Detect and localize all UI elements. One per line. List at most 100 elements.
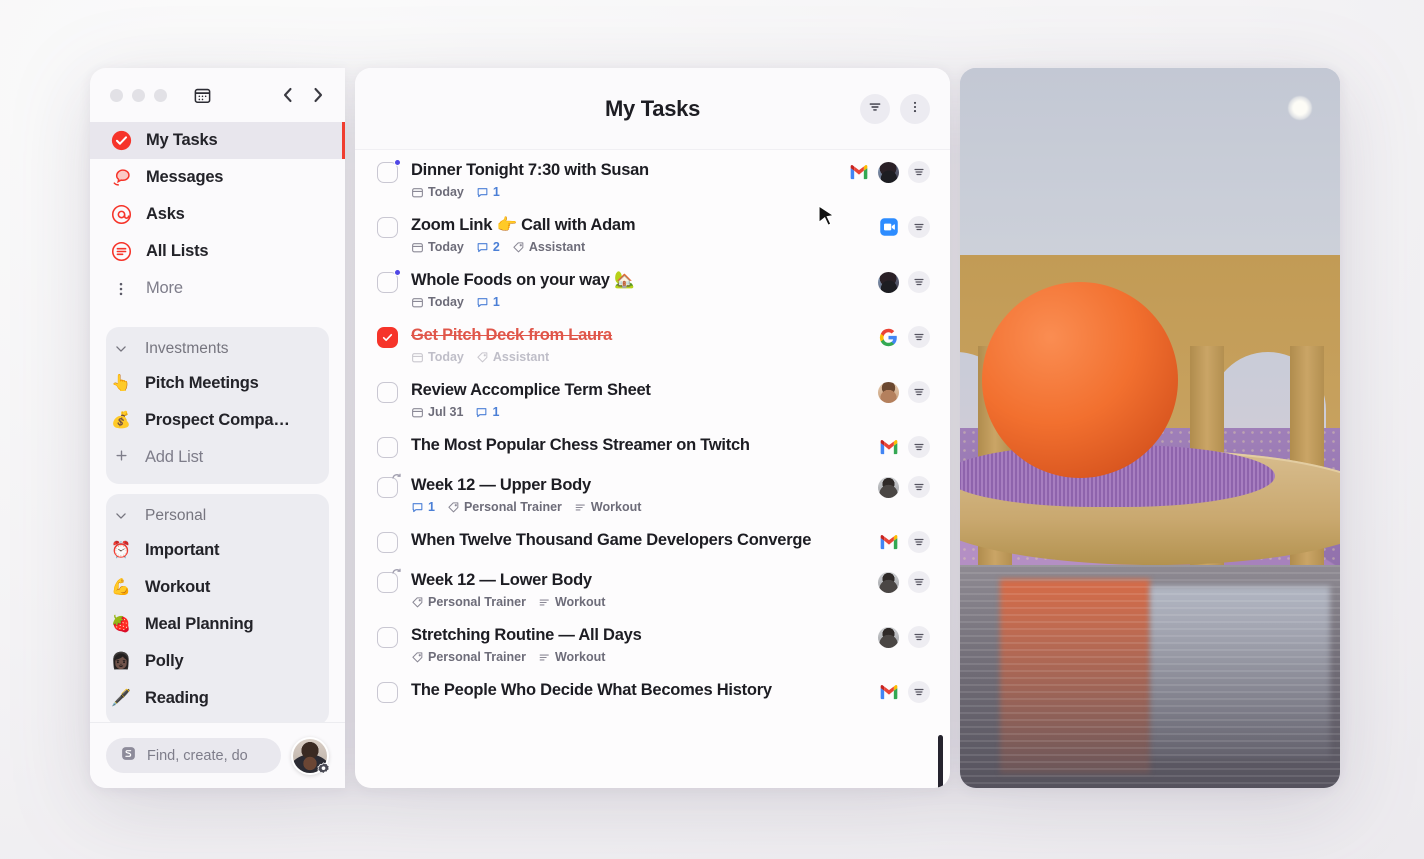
- search-input[interactable]: Find, create, do: [106, 738, 281, 773]
- task-list-pane: My Tasks Dinner Tonight 7:30 with Susan T…: [355, 68, 950, 788]
- chat-bubbles-icon: [110, 167, 132, 189]
- pointing-up-emoji-icon: 👆: [111, 374, 131, 392]
- task-list-button[interactable]: [908, 216, 930, 238]
- task-list-button[interactable]: [908, 681, 930, 703]
- assignee-avatar[interactable]: [878, 271, 899, 293]
- task-checkbox[interactable]: [377, 473, 401, 498]
- task-checkbox[interactable]: [377, 382, 398, 403]
- task-checkbox[interactable]: [377, 568, 401, 593]
- vertical-scrollbar[interactable]: [938, 735, 943, 788]
- orange-sphere: [982, 282, 1178, 479]
- assignee-avatar[interactable]: [878, 571, 899, 593]
- sidebar-item-my-tasks[interactable]: My Tasks: [90, 122, 345, 159]
- task-checkbox[interactable]: [377, 217, 398, 238]
- task-list-button[interactable]: [908, 531, 930, 553]
- task-row[interactable]: Whole Foods on your way 🏡 Today 1: [355, 262, 950, 317]
- task-list[interactable]: Dinner Tonight 7:30 with Susan Today 1 Zoom…: [355, 150, 950, 788]
- task-checkbox[interactable]: [377, 269, 401, 293]
- filter-button[interactable]: [860, 93, 890, 124]
- task-row[interactable]: The Most Popular Chess Streamer on Twitc…: [355, 427, 950, 467]
- task-list-button[interactable]: [908, 626, 930, 648]
- task-list-button[interactable]: [908, 436, 930, 458]
- assignee-avatar[interactable]: [878, 381, 899, 403]
- zoom-icon[interactable]: [878, 217, 899, 238]
- gmail-icon[interactable]: [878, 437, 899, 458]
- sidebar-item-prospect-companies[interactable]: 💰 Prospect Compa…: [106, 402, 329, 439]
- sidebar-item-meal-planning[interactable]: 🍓 Meal Planning: [106, 606, 329, 643]
- task-row[interactable]: Week 12 — Lower Body Personal Trainer Work…: [355, 562, 950, 617]
- group-header[interactable]: Investments: [106, 333, 329, 365]
- checkbox-empty-icon: [377, 382, 398, 403]
- task-metadata: Personal Trainer Workout: [411, 595, 865, 609]
- task-body: When Twelve Thousand Game Developers Con…: [411, 530, 865, 551]
- history-navigation: [281, 85, 325, 105]
- task-metadata: 1 Personal Trainer Workout: [411, 500, 865, 514]
- task-row[interactable]: Review Accomplice Term Sheet Jul 31 1: [355, 372, 950, 427]
- task-list-button[interactable]: [908, 326, 930, 348]
- checkbox-checked-icon: [377, 327, 398, 348]
- task-row[interactable]: Week 12 — Upper Body 1 Personal Trainer Wor…: [355, 467, 950, 522]
- add-list-label: Add List: [145, 448, 204, 466]
- gmail-icon[interactable]: [878, 682, 899, 703]
- assignee-avatar[interactable]: [878, 476, 899, 498]
- sidebar-item-pitch-meetings[interactable]: 👆 Pitch Meetings: [106, 365, 329, 402]
- task-checkbox[interactable]: [377, 532, 398, 553]
- meta-text: Today: [428, 240, 464, 254]
- avatar[interactable]: [291, 736, 332, 778]
- sidebar-item-label: Messages: [146, 168, 224, 186]
- gmail-icon[interactable]: [878, 532, 899, 553]
- meta-list: Workout: [538, 595, 605, 609]
- group-header[interactable]: Personal: [106, 500, 329, 532]
- task-row[interactable]: Get Pitch Deck from Laura Today Assistant: [355, 317, 950, 372]
- chevron-left-icon[interactable]: [281, 85, 295, 105]
- task-checkbox[interactable]: [377, 682, 398, 703]
- calendar-icon[interactable]: [193, 86, 212, 105]
- task-list-button[interactable]: [908, 476, 930, 498]
- more-options-button[interactable]: [900, 93, 930, 124]
- sidebar-item-more[interactable]: More: [90, 270, 345, 307]
- task-title: Whole Foods on your way 🏡: [411, 271, 635, 289]
- task-title: Zoom Link 👉 Call with Adam: [411, 216, 636, 234]
- chevron-right-icon[interactable]: [311, 85, 325, 105]
- sidebar-item-reading[interactable]: 🖋️ Reading: [106, 680, 329, 717]
- task-row-actions: [878, 571, 930, 593]
- task-metadata: Today 2 Assistant: [411, 240, 865, 254]
- close-button[interactable]: [110, 88, 123, 102]
- task-list-button[interactable]: [908, 271, 930, 293]
- task-row[interactable]: The People Who Decide What Becomes Histo…: [355, 672, 950, 712]
- task-row-actions: [848, 161, 930, 183]
- sidebar-item-important[interactable]: ⏰ Important: [106, 532, 329, 569]
- task-row[interactable]: Zoom Link 👉 Call with Adam Today 2 Assistan…: [355, 207, 950, 262]
- task-checkbox[interactable]: [377, 437, 398, 458]
- assignee-avatar[interactable]: [878, 161, 899, 183]
- sidebar-item-workout[interactable]: 💪 Workout: [106, 569, 329, 606]
- plus-icon: [110, 448, 132, 467]
- task-checkbox[interactable]: [377, 327, 398, 348]
- google-icon[interactable]: [878, 327, 899, 348]
- task-list-button[interactable]: [908, 381, 930, 403]
- list-item-label: Reading: [145, 689, 209, 707]
- task-checkbox[interactable]: [377, 159, 401, 183]
- task-list-button[interactable]: [908, 571, 930, 593]
- task-metadata: Today Assistant: [411, 350, 865, 364]
- sidebar-item-asks[interactable]: Asks: [90, 196, 345, 233]
- maximize-button[interactable]: [154, 88, 167, 102]
- task-row[interactable]: When Twelve Thousand Game Developers Con…: [355, 522, 950, 562]
- preview-pane: [960, 68, 1340, 788]
- gmail-icon[interactable]: [848, 162, 869, 183]
- sidebar-item-messages[interactable]: Messages: [90, 159, 345, 196]
- task-checkbox[interactable]: [377, 627, 398, 648]
- task-row[interactable]: Dinner Tonight 7:30 with Susan Today 1: [355, 152, 950, 207]
- task-title: Get Pitch Deck from Laura: [411, 326, 612, 344]
- assignee-avatar[interactable]: [878, 626, 899, 648]
- task-list-button[interactable]: [908, 161, 930, 183]
- sidebar-item-all-lists[interactable]: All Lists: [90, 233, 345, 270]
- add-list-button[interactable]: Add List: [106, 439, 329, 476]
- task-title: Week 12 — Upper Body: [411, 476, 591, 494]
- money-bag-emoji-icon: 💰: [111, 411, 131, 429]
- gear-icon[interactable]: [315, 761, 332, 778]
- task-row[interactable]: Stretching Routine — All Days Personal Tr…: [355, 617, 950, 672]
- minimize-button[interactable]: [132, 88, 145, 102]
- sidebar-item-polly[interactable]: 👩🏿 Polly: [106, 643, 329, 680]
- task-title: The People Who Decide What Becomes Histo…: [411, 681, 772, 699]
